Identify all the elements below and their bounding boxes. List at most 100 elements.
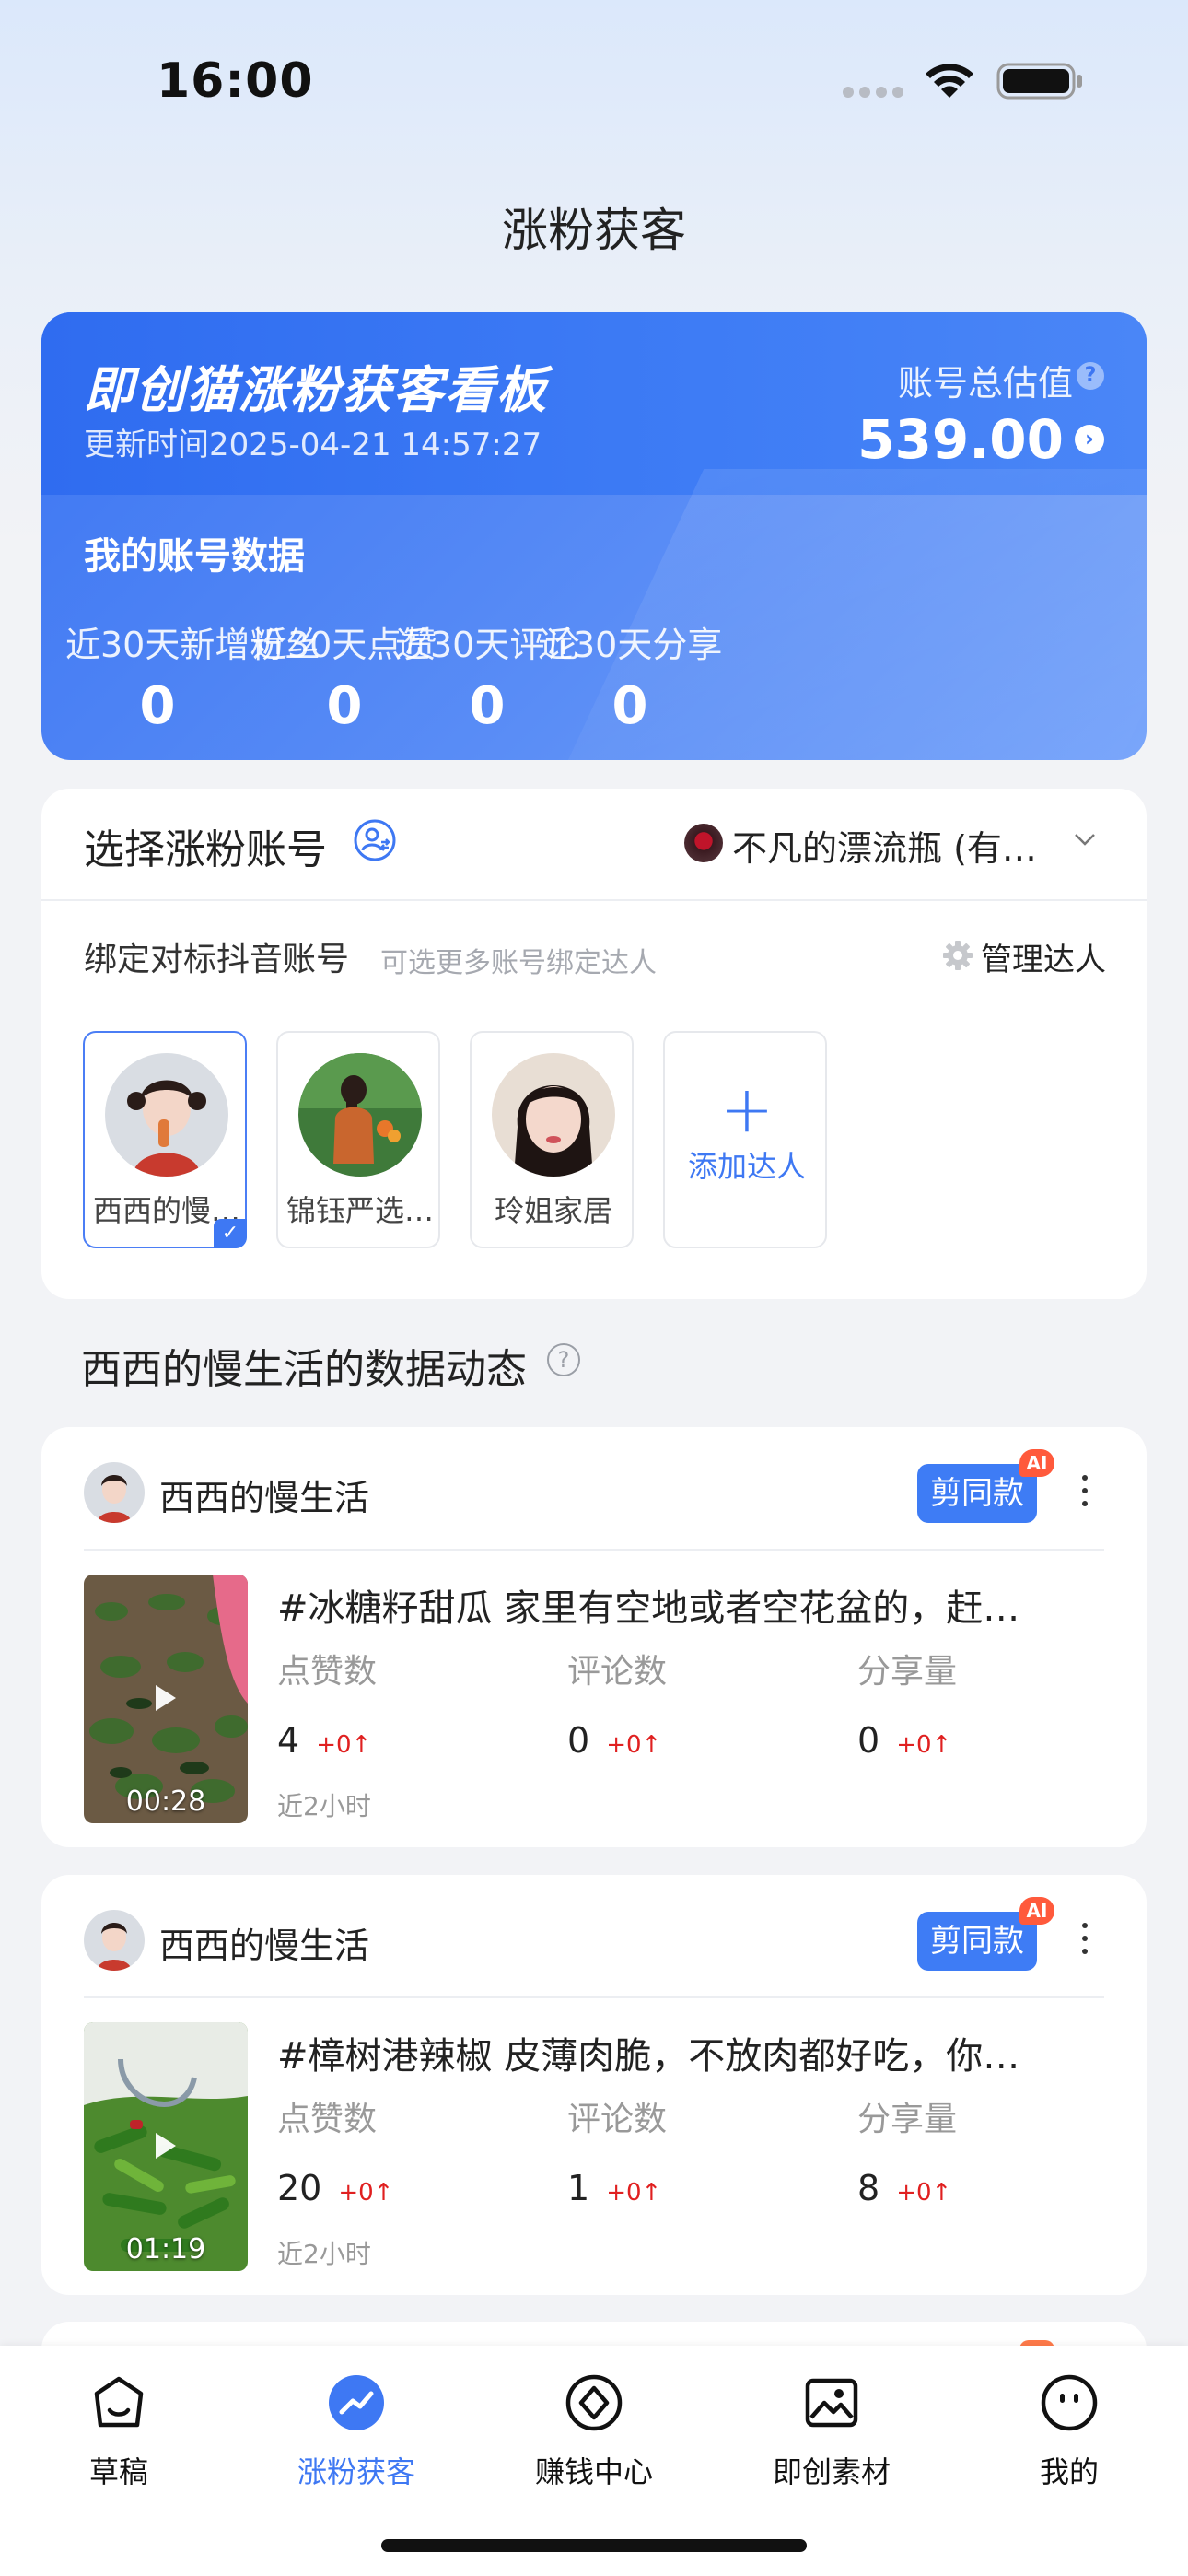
chevron-down-icon[interactable] bbox=[1071, 825, 1099, 853]
metric-value: 1 bbox=[567, 2168, 590, 2208]
talent-avatar bbox=[105, 1053, 228, 1177]
metric-label: 评论数 bbox=[567, 2101, 668, 2138]
material-icon bbox=[805, 2378, 858, 2428]
account-card: 选择涨粉账号 不凡的漂流瓶 (有… 绑定对标抖音账号 可选更多账号绑定达人 管理… bbox=[41, 789, 1147, 1299]
selected-account-avatar[interactable] bbox=[684, 824, 723, 862]
bind-account-title: 绑定对标抖音账号 bbox=[84, 941, 350, 978]
metric-comments: 评论数 0 +0↑ bbox=[567, 1645, 667, 1761]
metric-delta: +0↑ bbox=[896, 2179, 952, 2207]
metric-label: 点赞数 bbox=[277, 2101, 378, 2138]
tab-profile[interactable]: 我的 bbox=[977, 2371, 1161, 2491]
talent-avatar bbox=[298, 1053, 422, 1177]
metric-delta: +0↑ bbox=[338, 2179, 394, 2207]
stat-shares: 近30天分享 0 bbox=[538, 616, 722, 736]
status-bar: 16:00 bbox=[0, 0, 1188, 157]
tab-earn[interactable]: 赚钱中心 bbox=[502, 2371, 686, 2491]
metric-delta: +0↑ bbox=[316, 1731, 372, 1759]
cellular-signal-icon bbox=[843, 87, 903, 98]
post-time: 近2小时 bbox=[277, 2239, 371, 2269]
account-value-label: 账号总估值 bbox=[897, 363, 1073, 404]
play-icon bbox=[156, 1685, 176, 1711]
metric-label: 评论数 bbox=[567, 1653, 668, 1691]
checkmark-icon: ✓ bbox=[214, 1219, 247, 1248]
metric-shares: 分享量 0 +0↑ bbox=[857, 1645, 957, 1761]
metric-label: 点赞数 bbox=[277, 1653, 378, 1691]
chevron-right-icon[interactable]: › bbox=[1075, 425, 1104, 454]
tab-label: 我的 bbox=[1039, 2454, 1099, 2489]
growth-icon bbox=[329, 2375, 384, 2430]
status-time: 16:00 bbox=[157, 53, 314, 109]
stat-label: 近30天新增粉丝 bbox=[65, 625, 320, 665]
author-avatar bbox=[84, 1462, 145, 1523]
tab-label: 即创素材 bbox=[772, 2454, 891, 2489]
talent-name: 玲姐家居 bbox=[494, 1193, 612, 1228]
tab-label: 涨粉获客 bbox=[297, 2454, 415, 2489]
plus-icon: + bbox=[719, 1071, 775, 1147]
post-time: 近2小时 bbox=[277, 1791, 371, 1821]
add-talent-button[interactable]: + 添加达人 bbox=[663, 1031, 827, 1248]
talent-avatar bbox=[492, 1053, 615, 1177]
stat-value: 0 bbox=[139, 676, 176, 736]
author-name: 西西的慢生活 bbox=[159, 1478, 370, 1518]
more-icon[interactable] bbox=[1080, 1475, 1089, 1514]
post-title: #樟树港辣椒 皮薄肉脆，不放肉都好吃，你… bbox=[277, 2035, 1020, 2078]
more-icon[interactable] bbox=[1080, 1923, 1089, 1961]
manage-talent-link[interactable]: 管理达人 bbox=[981, 934, 1106, 979]
metric-value: 8 bbox=[857, 2168, 880, 2208]
metric-likes: 点赞数 20 +0↑ bbox=[277, 2092, 393, 2208]
tab-material[interactable]: 即创素材 bbox=[740, 2371, 924, 2491]
metric-value: 20 bbox=[277, 2168, 322, 2208]
metric-delta: +0↑ bbox=[606, 2179, 662, 2207]
help-icon[interactable]: ? bbox=[547, 1343, 580, 1376]
tab-draft[interactable]: 草稿 bbox=[27, 2371, 211, 2491]
talent-name: 锦钰严选… bbox=[285, 1193, 434, 1228]
talent-card-lingjie[interactable]: 玲姐家居 bbox=[470, 1031, 634, 1248]
stat-value: 0 bbox=[611, 676, 648, 736]
help-icon[interactable]: ? bbox=[1077, 362, 1104, 390]
tab-label: 草稿 bbox=[88, 2454, 148, 2489]
video-duration: 00:28 bbox=[125, 1786, 206, 1818]
dashboard-title: 即创猫涨粉获客看板 bbox=[84, 361, 548, 419]
divider bbox=[84, 1549, 1104, 1551]
metric-comments: 评论数 1 +0↑ bbox=[567, 2092, 667, 2208]
stat-label: 近30天分享 bbox=[538, 625, 723, 665]
video-duration: 01:19 bbox=[125, 2233, 206, 2266]
profile-icon bbox=[1041, 2374, 1098, 2431]
author-name: 西西的慢生活 bbox=[159, 1926, 370, 1966]
tab-label: 赚钱中心 bbox=[534, 2454, 653, 2489]
stat-new-followers: 近30天新增粉丝 0 bbox=[65, 616, 320, 736]
divider bbox=[84, 1996, 1104, 1998]
switch-account-icon[interactable] bbox=[353, 818, 397, 862]
metric-shares: 分享量 8 +0↑ bbox=[857, 2092, 957, 2208]
bind-account-hint: 可选更多账号绑定达人 bbox=[380, 947, 657, 979]
update-time: 更新时间2025-04-21 14:57:27 bbox=[84, 427, 542, 463]
talent-card-xixi[interactable]: 西西的慢… ✓ bbox=[83, 1031, 247, 1248]
select-account-title: 选择涨粉账号 bbox=[84, 826, 327, 873]
play-icon bbox=[156, 2133, 176, 2159]
talent-card-jinyu[interactable]: 锦钰严选… bbox=[276, 1031, 440, 1248]
metric-value: 0 bbox=[567, 1720, 590, 1761]
earn-icon bbox=[565, 2374, 623, 2431]
post-card[interactable]: 西西的慢生活 剪同款 AI 00:28 #冰糖籽甜瓜 家里有空地或者空花盆的，赶… bbox=[41, 1427, 1147, 1847]
my-account-data-label: 我的账号数据 bbox=[84, 535, 305, 578]
video-thumbnail[interactable]: 01:19 bbox=[84, 2022, 248, 2271]
metric-delta: +0↑ bbox=[896, 1731, 952, 1759]
dashboard-card: 即创猫涨粉获客看板 更新时间2025-04-21 14:57:27 账号总估值 … bbox=[41, 312, 1147, 760]
author-avatar bbox=[84, 1910, 145, 1971]
page-title: 涨粉获客 bbox=[502, 204, 686, 257]
selected-account-name[interactable]: 不凡的漂流瓶 (有… bbox=[732, 820, 1045, 871]
divider bbox=[41, 899, 1147, 901]
gear-icon[interactable] bbox=[942, 940, 973, 971]
metric-delta: +0↑ bbox=[606, 1731, 662, 1759]
ai-badge: AI bbox=[1019, 1449, 1054, 1477]
metric-label: 分享量 bbox=[857, 1653, 958, 1691]
account-value[interactable]: 539.00 bbox=[857, 408, 1064, 471]
data-feed-title: 西西的慢生活的数据动态 bbox=[81, 1346, 527, 1393]
home-indicator[interactable] bbox=[381, 2539, 807, 2552]
post-title: #冰糖籽甜瓜 家里有空地或者空花盆的，赶… bbox=[277, 1587, 1020, 1630]
tab-growth[interactable]: 涨粉获客 bbox=[264, 2371, 448, 2491]
add-talent-label: 添加达人 bbox=[687, 1149, 806, 1184]
post-card[interactable]: 西西的慢生活 剪同款 AI 01:19 #樟树港辣椒 皮薄肉脆，不放肉都好吃，你… bbox=[41, 1875, 1147, 2295]
metric-value: 0 bbox=[857, 1720, 880, 1761]
video-thumbnail[interactable]: 00:28 bbox=[84, 1575, 248, 1823]
